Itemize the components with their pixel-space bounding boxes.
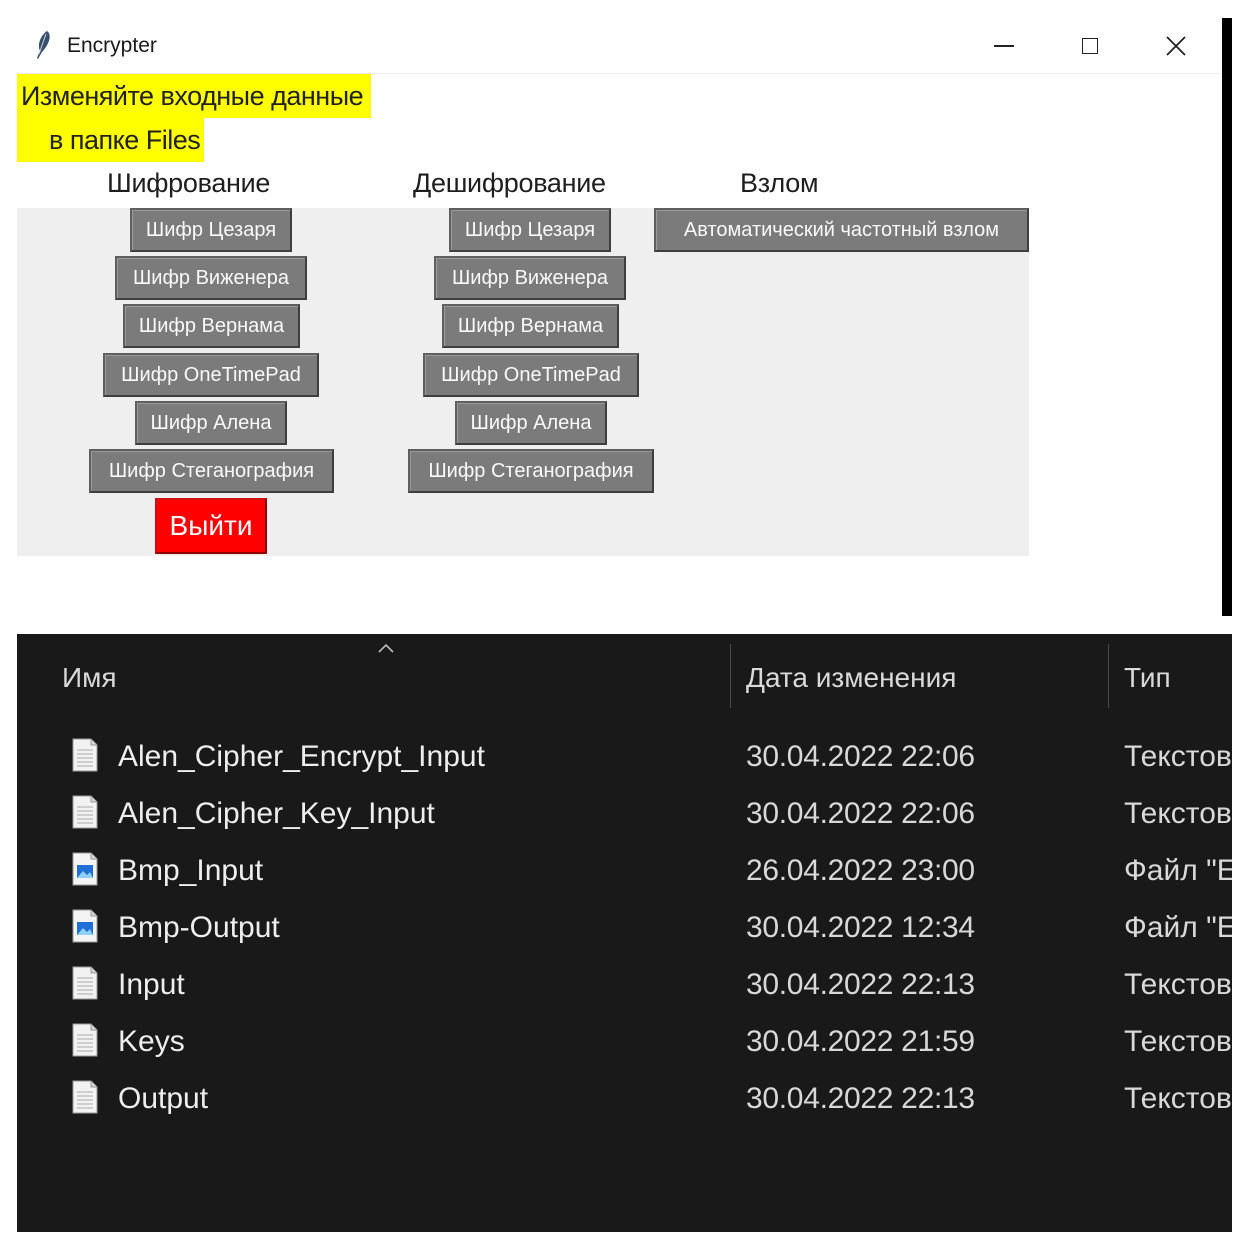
close-icon: [1166, 35, 1186, 56]
file-name: Input: [118, 968, 185, 1001]
file-name: Output: [118, 1082, 209, 1115]
feather-icon: [37, 31, 50, 59]
file-date: 30.04.2022 22:06: [746, 797, 975, 830]
file-row[interactable]: Bmp_Input 26.04.2022 23:00 Файл "E: [17, 848, 1232, 905]
column-header-name[interactable]: Имя: [62, 662, 117, 694]
decrypt-heading: Дешифрование: [413, 168, 606, 198]
image-file-icon: [72, 852, 98, 886]
exit-button[interactable]: Выйти: [155, 498, 267, 554]
image-file-icon: [72, 909, 98, 943]
file-row[interactable]: Alen_Cipher_Key_Input 30.04.2022 22:06 Тек…: [17, 791, 1232, 848]
file-date: 30.04.2022 22:13: [746, 968, 975, 1001]
text-file-icon: [72, 1023, 98, 1057]
file-name: Alen_Cipher_Key_Input: [118, 797, 435, 830]
file-type: Файл "E: [1124, 911, 1232, 944]
sort-ascending-icon[interactable]: [377, 642, 395, 654]
hack-heading: Взлом: [740, 168, 819, 198]
text-file-icon: [72, 738, 98, 772]
minimize-icon: [994, 44, 1014, 47]
column-header-date[interactable]: Дата изменения: [746, 662, 956, 694]
file-type: Текстов: [1124, 797, 1232, 830]
encrypt-onetimepad-button[interactable]: Шифр OneTimePad: [103, 353, 319, 397]
decrypt-alen-button[interactable]: Шифр Алена: [455, 401, 607, 445]
text-file-icon: [72, 966, 98, 1000]
encrypt-heading: Шифрование: [107, 168, 271, 198]
decrypt-onetimepad-button[interactable]: Шифр OneTimePad: [423, 353, 639, 397]
encrypt-steganography-button[interactable]: Шифр Стеганография: [89, 449, 334, 493]
column-divider[interactable]: [1108, 644, 1109, 708]
column-header-type[interactable]: Тип: [1124, 662, 1171, 694]
decrypt-caesar-button[interactable]: Шифр Цезаря: [449, 208, 611, 252]
file-name: Alen_Cipher_Encrypt_Input: [118, 740, 485, 773]
window-edge: [1222, 18, 1232, 616]
encrypter-window: Encrypter Изменяйте входные данные в пап…: [17, 18, 1221, 616]
decrypt-vernam-button[interactable]: Шифр Вернама: [442, 304, 619, 348]
minimize-button[interactable]: [961, 18, 1047, 73]
text-file-icon: [72, 795, 98, 829]
file-date: 30.04.2022 12:34: [746, 911, 975, 944]
file-row[interactable]: Keys 30.04.2022 21:59 Текстов: [17, 1019, 1232, 1076]
decrypt-vigenere-button[interactable]: Шифр Виженера: [434, 256, 626, 300]
file-row[interactable]: Bmp-Output 30.04.2022 12:34 Файл "E: [17, 905, 1232, 962]
instruction-note-line1: Изменяйте входные данные: [17, 74, 372, 118]
decrypt-steganography-button[interactable]: Шифр Стеганография: [408, 449, 654, 493]
maximize-icon: [1082, 37, 1098, 54]
file-type: Текстов: [1124, 1025, 1232, 1058]
file-date: 30.04.2022 21:59: [746, 1025, 975, 1058]
column-divider[interactable]: [730, 644, 731, 708]
file-name: Bmp_Input: [118, 854, 264, 887]
file-name: Bmp-Output: [118, 911, 280, 944]
file-row[interactable]: Alen_Cipher_Encrypt_Input 30.04.2022 22:0…: [17, 734, 1232, 791]
auto-frequency-hack-button[interactable]: Автоматический частотный взлом: [654, 208, 1029, 252]
buttons-panel: Шифр Цезаря Шифр Виженера Шифр Вернама Ш…: [17, 208, 1029, 556]
close-button[interactable]: [1133, 18, 1219, 73]
window-title: Encrypter: [67, 34, 157, 57]
title-bar[interactable]: Encrypter: [17, 18, 1221, 74]
file-name: Keys: [118, 1025, 185, 1058]
encrypt-vernam-button[interactable]: Шифр Вернама: [123, 304, 300, 348]
instruction-note-line2: в папке Files: [17, 118, 205, 162]
file-row[interactable]: Output 30.04.2022 22:13 Текстов: [17, 1076, 1232, 1133]
file-type: Текстов: [1124, 1082, 1232, 1115]
file-date: 30.04.2022 22:13: [746, 1082, 975, 1115]
file-type: Текстов: [1124, 968, 1232, 1001]
file-row[interactable]: Input 30.04.2022 22:13 Текстов: [17, 962, 1232, 1019]
encrypt-alen-button[interactable]: Шифр Алена: [135, 401, 287, 445]
maximize-button[interactable]: [1047, 18, 1133, 73]
file-type: Файл "E: [1124, 854, 1232, 887]
encrypt-caesar-button[interactable]: Шифр Цезаря: [130, 208, 292, 252]
encrypt-vigenere-button[interactable]: Шифр Виженера: [115, 256, 307, 300]
text-file-icon: [72, 1080, 98, 1114]
file-explorer: Имя Дата изменения Тип Alen_Cipher_Encry…: [17, 634, 1232, 1232]
file-date: 30.04.2022 22:06: [746, 740, 975, 773]
file-date: 26.04.2022 23:00: [746, 854, 975, 887]
file-type: Текстов: [1124, 740, 1232, 773]
